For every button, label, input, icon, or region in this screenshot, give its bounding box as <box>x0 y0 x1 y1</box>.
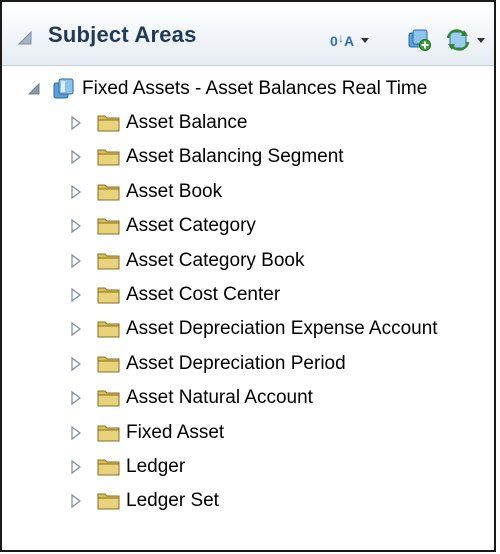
tree-node-label: Fixed Asset <box>126 421 225 443</box>
tree-node-label: Asset Category <box>126 215 256 237</box>
chevron-down-icon <box>477 37 485 43</box>
tree-node-folder[interactable]: Asset Cost Center <box>68 280 280 310</box>
expand-node-icon[interactable] <box>68 184 84 200</box>
svg-text:0: 0 <box>330 33 338 49</box>
subject-areas-panel: Subject Areas 0 ↓ A Fixed Assets - Asset… <box>0 0 496 552</box>
chevron-down-icon <box>361 37 369 43</box>
tree-node-folder[interactable]: Asset Book <box>68 177 222 207</box>
tree-node-folder[interactable]: Fixed Asset <box>68 418 224 448</box>
folder-icon <box>97 184 120 201</box>
collapse-panel-icon[interactable] <box>18 30 34 46</box>
expand-node-icon[interactable] <box>68 493 84 509</box>
expand-node-icon[interactable] <box>68 459 84 475</box>
tree-node-label: Asset Balancing Segment <box>126 146 344 168</box>
add-subject-area-icon <box>408 29 431 51</box>
expand-node-icon[interactable] <box>68 425 84 441</box>
tree-node-label: Asset Depreciation Period <box>126 352 346 374</box>
expand-node-icon[interactable] <box>68 356 84 372</box>
tree-node-label: Fixed Assets - Asset Balances Real Time <box>82 78 428 99</box>
tree-node-folder[interactable]: Ledger <box>68 452 185 482</box>
folder-icon <box>97 390 120 407</box>
expand-node-icon[interactable] <box>68 287 84 303</box>
svg-text:A: A <box>344 33 354 49</box>
panel-header: Subject Areas 0 ↓ A <box>2 2 494 66</box>
panel-title: Subject Areas <box>48 22 197 47</box>
tree-node-folder[interactable]: Asset Category Book <box>68 246 304 276</box>
tree-node-folder[interactable]: Asset Balancing Segment <box>68 142 344 172</box>
tree-node-folder[interactable]: Asset Natural Account <box>68 383 313 413</box>
tree-node-root[interactable]: Fixed Assets - Asset Balances Real Time <box>26 74 427 104</box>
expand-node-icon[interactable] <box>68 218 84 234</box>
subject-area-icon <box>53 78 74 99</box>
collapse-node-icon[interactable] <box>26 81 42 97</box>
folder-icon <box>97 218 120 235</box>
expand-node-icon[interactable] <box>68 321 84 337</box>
sort-icon: 0 ↓ A <box>330 31 354 49</box>
tree-node-folder[interactable]: Asset Depreciation Period <box>68 349 346 379</box>
folder-icon <box>97 149 120 166</box>
tree-node-label: Ledger Set <box>126 490 219 512</box>
tree-node-folder[interactable]: Asset Depreciation Expense Account <box>68 314 438 344</box>
folder-icon <box>97 115 120 132</box>
folder-icon <box>97 253 120 270</box>
tree-node-folder[interactable]: Asset Category <box>68 211 256 241</box>
refresh-icon <box>446 29 470 51</box>
sort-button[interactable]: 0 ↓ A <box>330 28 369 52</box>
expand-node-icon[interactable] <box>68 390 84 406</box>
expand-node-icon[interactable] <box>68 115 84 131</box>
folder-icon <box>97 287 120 304</box>
tree-node-label: Asset Book <box>126 180 223 202</box>
tree-node-label: Asset Balance <box>126 112 248 133</box>
tree-node-label: Asset Category Book <box>126 249 305 271</box>
tree-node-folder[interactable]: Asset Balance <box>68 108 247 138</box>
tree-node-label: Asset Natural Account <box>126 387 313 409</box>
folder-icon <box>97 321 120 338</box>
folder-icon <box>97 459 120 476</box>
expand-node-icon[interactable] <box>68 149 84 165</box>
tree-node-label: Asset Cost Center <box>126 284 281 305</box>
folder-icon <box>97 356 120 373</box>
tree-node-label: Ledger <box>126 456 186 477</box>
tree-node-folder[interactable]: Ledger Set <box>68 486 219 516</box>
refresh-button[interactable] <box>444 28 485 52</box>
folder-icon <box>97 493 120 510</box>
add-subject-area-button[interactable] <box>406 28 432 52</box>
folder-icon <box>97 425 120 442</box>
expand-node-icon[interactable] <box>68 253 84 269</box>
tree-node-label: Asset Depreciation Expense Account <box>126 318 438 340</box>
